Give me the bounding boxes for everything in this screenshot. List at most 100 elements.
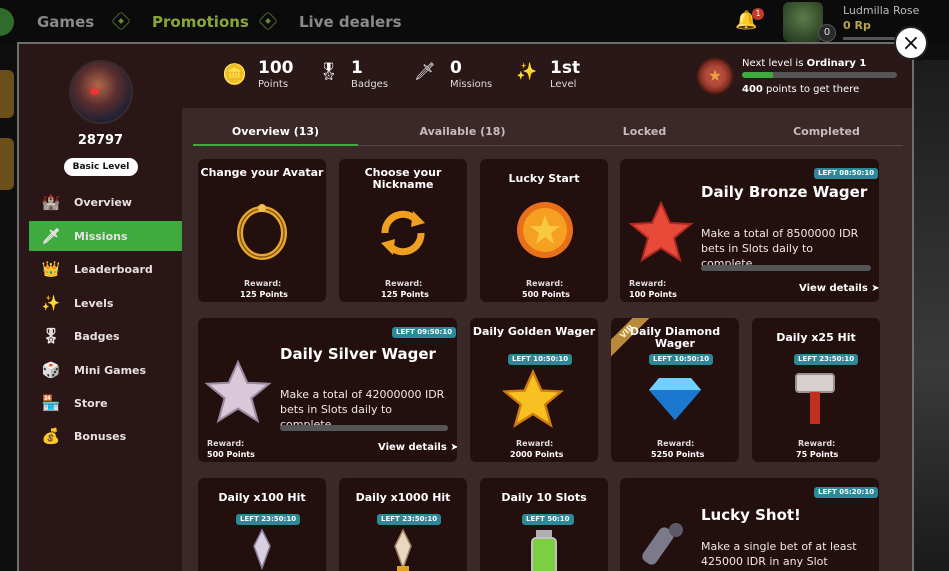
nav-separator-icon bbox=[111, 11, 131, 31]
view-details-link[interactable]: View details ➤ bbox=[799, 283, 879, 294]
avatar-eye bbox=[91, 89, 98, 94]
reward-label: Reward: bbox=[526, 279, 564, 288]
sidebar-item-overview[interactable]: 🏰 Overview bbox=[29, 187, 182, 217]
sparkles-icon: ✨ bbox=[516, 62, 538, 82]
sidebar-item-label: Overview bbox=[74, 195, 132, 209]
points-label: Points bbox=[258, 79, 289, 90]
mission-card-silver-wager[interactable]: LEFT 09:50:10 Daily Silver Wager Make a … bbox=[198, 318, 457, 462]
refresh-icon bbox=[373, 203, 433, 263]
mission-card-diamond-wager[interactable]: VIP Daily Diamond Wager LEFT 10:50:10 Re… bbox=[611, 318, 739, 462]
dice-icon: 🎲 bbox=[41, 361, 61, 379]
missions-label: Missions bbox=[450, 79, 493, 90]
nav-live-dealers[interactable]: Live dealers bbox=[299, 13, 402, 31]
mission-card-10-slots[interactable]: Daily 10 Slots LEFT 50:10 bbox=[480, 478, 608, 571]
reward-value: 75 Points bbox=[796, 450, 839, 459]
tab-available[interactable]: Available (18) bbox=[380, 125, 545, 138]
modal-main: 🪙 100 Points 🎖 1 Badges 🗡 0 Missions ✨ 1… bbox=[182, 44, 912, 571]
nav-games[interactable]: Games bbox=[37, 13, 94, 31]
active-tab-underline bbox=[193, 144, 358, 146]
badges-label: Badges bbox=[351, 79, 389, 90]
time-left-badge: LEFT 10:50:10 bbox=[508, 354, 573, 365]
arrow-right-icon: ➤ bbox=[871, 283, 879, 294]
sidebar-item-mini-games[interactable]: 🎲 Mini Games bbox=[29, 355, 182, 385]
reward-label: Reward: bbox=[244, 279, 282, 288]
potion-bottle-icon bbox=[522, 528, 566, 571]
level-badge: Basic Level bbox=[64, 158, 138, 176]
medal-icon: 🎖 bbox=[318, 62, 340, 82]
gold-star-icon bbox=[501, 368, 565, 430]
nav-separator-icon bbox=[258, 11, 278, 31]
notification-count-badge: 1 bbox=[752, 8, 764, 20]
sword-icon: 🗡 bbox=[41, 227, 61, 245]
view-details-link[interactable]: View details ➤ bbox=[378, 442, 457, 453]
reward-value: 500 Points bbox=[522, 290, 570, 299]
mission-card-x100-hit[interactable]: Daily x100 Hit LEFT 23:50:10 bbox=[198, 478, 326, 571]
reward-value: 125 Points bbox=[240, 290, 288, 299]
modal-sidebar: 28797 Basic Level 🏰 Overview 🗡 Missions … bbox=[19, 44, 182, 571]
mission-title: Daily Golden Wager bbox=[472, 325, 596, 338]
mission-title: Daily 10 Slots bbox=[501, 491, 587, 504]
avatar-level-badge: 0 bbox=[818, 24, 836, 42]
sidebar-item-missions[interactable]: 🗡 Missions bbox=[29, 221, 182, 251]
next-level-progress bbox=[742, 72, 897, 78]
rewards-modal: 28797 Basic Level 🏰 Overview 🗡 Missions … bbox=[17, 42, 914, 571]
nav-promotions[interactable]: Promotions bbox=[152, 13, 249, 31]
mirror-frame-icon bbox=[232, 203, 292, 263]
sidebar-item-label: Badges bbox=[74, 329, 120, 343]
gold-dagger-icon bbox=[389, 528, 417, 571]
sidebar-item-badges[interactable]: 🎖 Badges bbox=[29, 321, 182, 351]
user-balance: 0 Rp bbox=[843, 19, 871, 32]
background-element bbox=[0, 70, 14, 118]
time-left-badge: LEFT 10:50:10 bbox=[649, 354, 714, 365]
tab-locked[interactable]: Locked bbox=[562, 125, 727, 138]
side-menu-toggle[interactable] bbox=[0, 8, 14, 36]
mission-card-x25-hit[interactable]: Daily x25 Hit LEFT 23:50:10 Reward: 75 P… bbox=[752, 318, 880, 462]
sidebar-item-label: Missions bbox=[74, 229, 128, 243]
time-left-badge: LEFT 08:50:10 bbox=[814, 168, 879, 179]
profile-avatar[interactable] bbox=[69, 60, 133, 124]
stats-bar: 🪙 100 Points 🎖 1 Badges 🗡 0 Missions ✨ 1… bbox=[182, 44, 912, 108]
mission-card-lucky-shot[interactable]: LEFT 05:20:10 Lucky Shot! Make a single … bbox=[620, 478, 879, 571]
mission-card-bronze-wager[interactable]: LEFT 08:50:10 Daily Bronze Wager Make a … bbox=[620, 159, 879, 302]
mission-title: Lucky Start bbox=[508, 172, 580, 185]
medal-icon: 🎖 bbox=[41, 327, 61, 345]
next-level-medal-icon: ★ bbox=[697, 58, 733, 94]
diamond-icon bbox=[647, 374, 703, 424]
time-left-badge: LEFT 05:20:10 bbox=[814, 487, 879, 498]
sidebar-item-leaderboard[interactable]: 👑 Leaderboard bbox=[29, 254, 182, 284]
reward-label: Reward: bbox=[385, 279, 423, 288]
hammer-icon bbox=[792, 370, 838, 426]
level-label: Level bbox=[550, 79, 577, 90]
reward-label: Reward: bbox=[207, 439, 245, 448]
mission-card-golden-wager[interactable]: Daily Golden Wager LEFT 10:50:10 Reward:… bbox=[470, 318, 598, 462]
user-avatar[interactable] bbox=[783, 2, 823, 42]
time-left-badge: LEFT 23:50:10 bbox=[377, 514, 442, 525]
reward-value: 125 Points bbox=[381, 290, 429, 299]
reward-label: Reward: bbox=[629, 279, 667, 288]
mission-card-lucky-start[interactable]: Lucky Start Reward: 500 Points bbox=[480, 159, 608, 302]
time-left-badge: LEFT 23:50:10 bbox=[794, 354, 859, 365]
money-bag-icon: 💰 bbox=[41, 427, 61, 445]
sparkles-icon: ✨ bbox=[41, 294, 61, 312]
sidebar-item-bonuses[interactable]: 💰 Bonuses bbox=[29, 421, 182, 451]
close-button[interactable]: × bbox=[894, 26, 928, 60]
mission-card-x1000-hit[interactable]: Daily x1000 Hit LEFT 23:50:10 bbox=[339, 478, 467, 571]
reward-value: 2000 Points bbox=[510, 450, 564, 459]
mission-description: Make a single bet of at least 425000 IDR… bbox=[701, 540, 857, 568]
sidebar-item-label: Leaderboard bbox=[74, 262, 153, 276]
reward-label: Reward: bbox=[657, 439, 695, 448]
mission-card-nickname[interactable]: Choose your Nickname Reward: 125 Points bbox=[339, 159, 467, 302]
time-left-badge: LEFT 50:10 bbox=[522, 514, 574, 525]
level-value: 1st bbox=[550, 58, 581, 78]
mission-title: Daily x25 Hit bbox=[776, 331, 856, 344]
reward-value: 100 Points bbox=[629, 290, 677, 299]
reward-value: 500 Points bbox=[207, 450, 255, 459]
tab-completed[interactable]: Completed bbox=[744, 125, 909, 138]
mission-card-avatar[interactable]: Change your Avatar Reward: 125 Points bbox=[198, 159, 326, 302]
sidebar-item-levels[interactable]: ✨ Levels bbox=[29, 288, 182, 318]
mission-title: Daily x100 Hit bbox=[218, 491, 306, 504]
sidebar-item-store[interactable]: 🏪 Store bbox=[29, 388, 182, 418]
sword-icon: 🗡 bbox=[414, 62, 436, 82]
tab-overview[interactable]: Overview (13) bbox=[193, 125, 358, 138]
silver-star-icon bbox=[204, 358, 272, 426]
